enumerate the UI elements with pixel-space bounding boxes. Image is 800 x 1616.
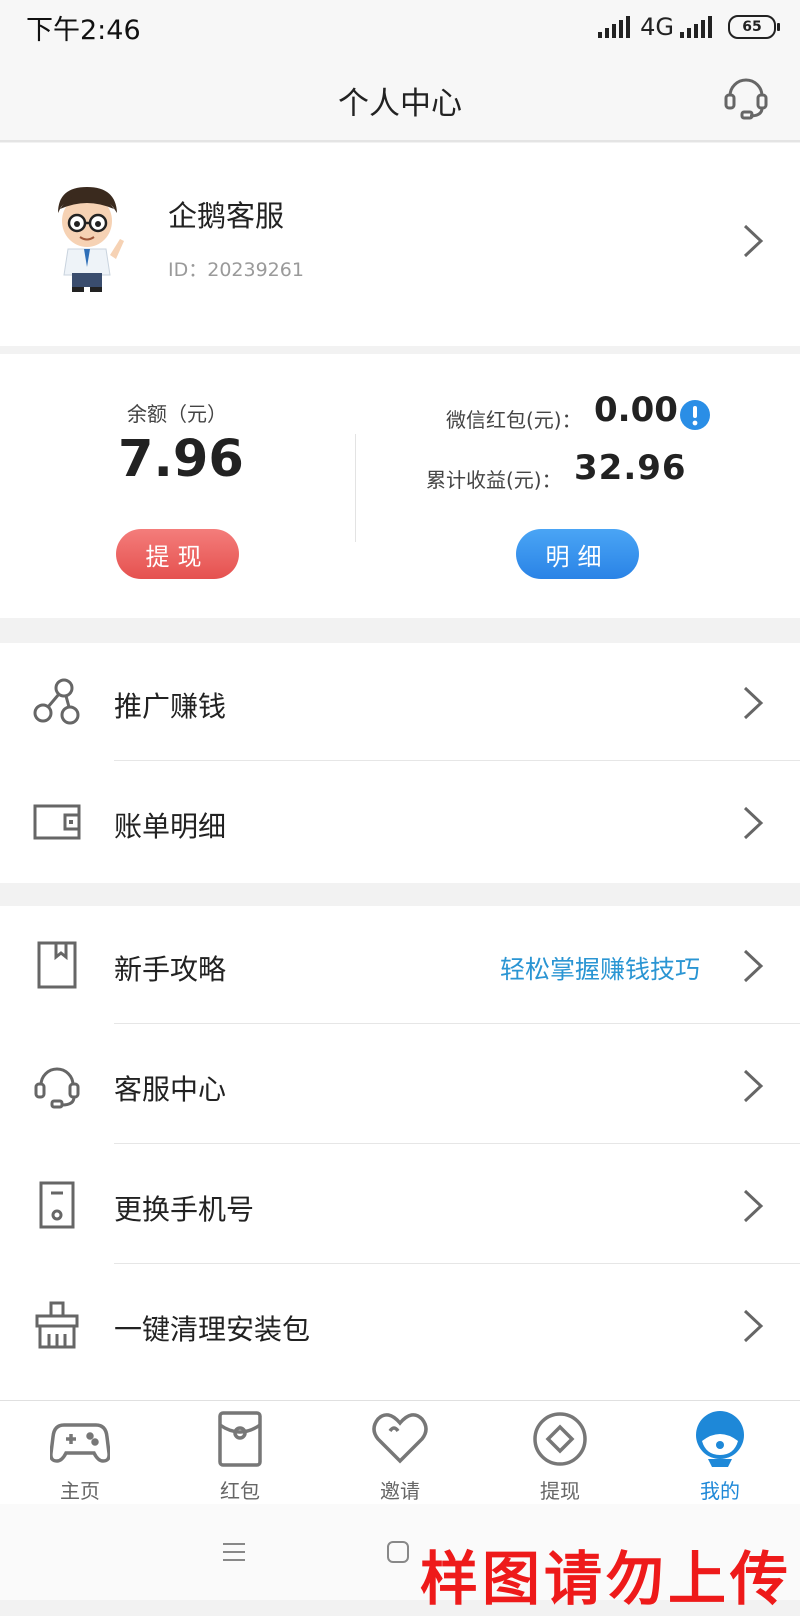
network-type: 4G xyxy=(640,13,674,41)
signal-icon xyxy=(680,16,712,38)
wallet-icon xyxy=(33,804,81,840)
menu-item-guide[interactable]: 新手攻略 轻松掌握赚钱技巧 xyxy=(0,906,800,1024)
status-bar: 下午2:46 4G 65 xyxy=(0,0,800,52)
tab-label: 邀请 xyxy=(380,1479,420,1503)
divider xyxy=(114,760,800,761)
profile-id: ID：20239261 xyxy=(168,259,304,281)
info-icon[interactable] xyxy=(679,399,711,431)
home-icon[interactable] xyxy=(386,1540,410,1564)
gamepad-icon xyxy=(50,1423,110,1463)
phone-icon xyxy=(39,1181,75,1229)
profile-card[interactable]: 企鹅客服 ID：20239261 xyxy=(0,143,800,346)
cumulative-earnings-value: 32.96 xyxy=(574,448,687,488)
chevron-right-icon xyxy=(743,1309,764,1343)
tab-mine[interactable]: 我的 xyxy=(640,1401,800,1505)
red-packet-icon xyxy=(218,1411,262,1467)
headset-icon[interactable] xyxy=(720,70,772,122)
chevron-right-icon xyxy=(743,224,764,258)
menu-item-change-phone[interactable]: 更换手机号 xyxy=(0,1146,800,1264)
avatar xyxy=(58,187,124,292)
menu-item-label: 推广赚钱 xyxy=(114,690,227,723)
menu-item-label: 账单明细 xyxy=(114,810,227,843)
bookmark-icon xyxy=(37,941,77,989)
broom-icon xyxy=(35,1301,79,1349)
app-header: 个人中心 xyxy=(0,52,800,142)
bottom-tab-bar: 主页 红包 邀请 提现 我的 xyxy=(0,1400,800,1505)
wechat-packet-value: 0.00 xyxy=(594,390,678,430)
headset-icon xyxy=(34,1067,80,1109)
tab-label: 红包 xyxy=(220,1479,260,1503)
tab-withdraw[interactable]: 提现 xyxy=(480,1401,640,1505)
chevron-right-icon xyxy=(743,1189,764,1223)
heart-icon xyxy=(372,1413,428,1464)
profile-icon xyxy=(696,1411,744,1467)
menu-item-promote[interactable]: 推广赚钱 xyxy=(0,643,800,761)
menu-item-hint: 轻松掌握赚钱技巧 xyxy=(499,955,700,984)
tab-label: 主页 xyxy=(60,1479,100,1503)
balance-value: 7.96 xyxy=(118,430,244,489)
menu-group-help: 新手攻略 轻松掌握赚钱技巧 客服中心 更换手机号 一键清理安装包 xyxy=(0,906,800,1400)
wechat-packet-label: 微信红包(元)： xyxy=(446,408,582,432)
share-icon xyxy=(33,678,80,725)
chevron-right-icon xyxy=(743,686,764,720)
balance-label: 余额（元） xyxy=(127,402,227,426)
menu-item-bills[interactable]: 账单明细 xyxy=(0,763,800,881)
status-time: 下午2:46 xyxy=(26,15,141,46)
withdraw-button[interactable]: 提现 xyxy=(116,529,239,579)
status-indicators: 4G 65 xyxy=(598,12,780,42)
menu-item-label: 更换手机号 xyxy=(114,1193,255,1226)
watermark: 样图请勿上传 xyxy=(419,1545,792,1613)
page-title: 个人中心 xyxy=(338,86,462,122)
profile-name: 企鹅客服 xyxy=(168,199,285,233)
menu-item-label: 新手攻略 xyxy=(114,953,227,986)
cumulative-earnings-label: 累计收益(元)： xyxy=(426,468,562,492)
tab-label: 我的 xyxy=(700,1479,740,1503)
divider xyxy=(114,1263,800,1264)
battery-icon: 65 xyxy=(728,15,780,39)
divider xyxy=(114,1023,800,1024)
menu-item-label: 一键清理安装包 xyxy=(114,1313,311,1346)
balance-card: 余额（元） 7.96 提现 微信红包(元)： 0.00 累计收益(元)： 32.… xyxy=(0,354,800,618)
tab-invite[interactable]: 邀请 xyxy=(320,1401,480,1505)
tab-label: 提现 xyxy=(540,1479,580,1503)
coin-icon xyxy=(533,1412,587,1466)
signal-icon xyxy=(598,16,631,38)
detail-button[interactable]: 明细 xyxy=(516,529,639,579)
menu-item-clean-packages[interactable]: 一键清理安装包 xyxy=(0,1266,800,1384)
chevron-right-icon xyxy=(743,806,764,840)
menu-icon[interactable] xyxy=(222,1540,246,1564)
menu-group-earn: 推广赚钱 账单明细 xyxy=(0,643,800,883)
chevron-right-icon xyxy=(743,1069,764,1103)
tab-red-packet[interactable]: 红包 xyxy=(160,1401,320,1505)
tab-home[interactable]: 主页 xyxy=(0,1401,160,1505)
menu-item-label: 客服中心 xyxy=(114,1073,227,1106)
chevron-right-icon xyxy=(743,949,764,983)
divider xyxy=(355,434,356,542)
menu-item-service[interactable]: 客服中心 xyxy=(0,1026,800,1144)
divider xyxy=(114,1143,800,1144)
